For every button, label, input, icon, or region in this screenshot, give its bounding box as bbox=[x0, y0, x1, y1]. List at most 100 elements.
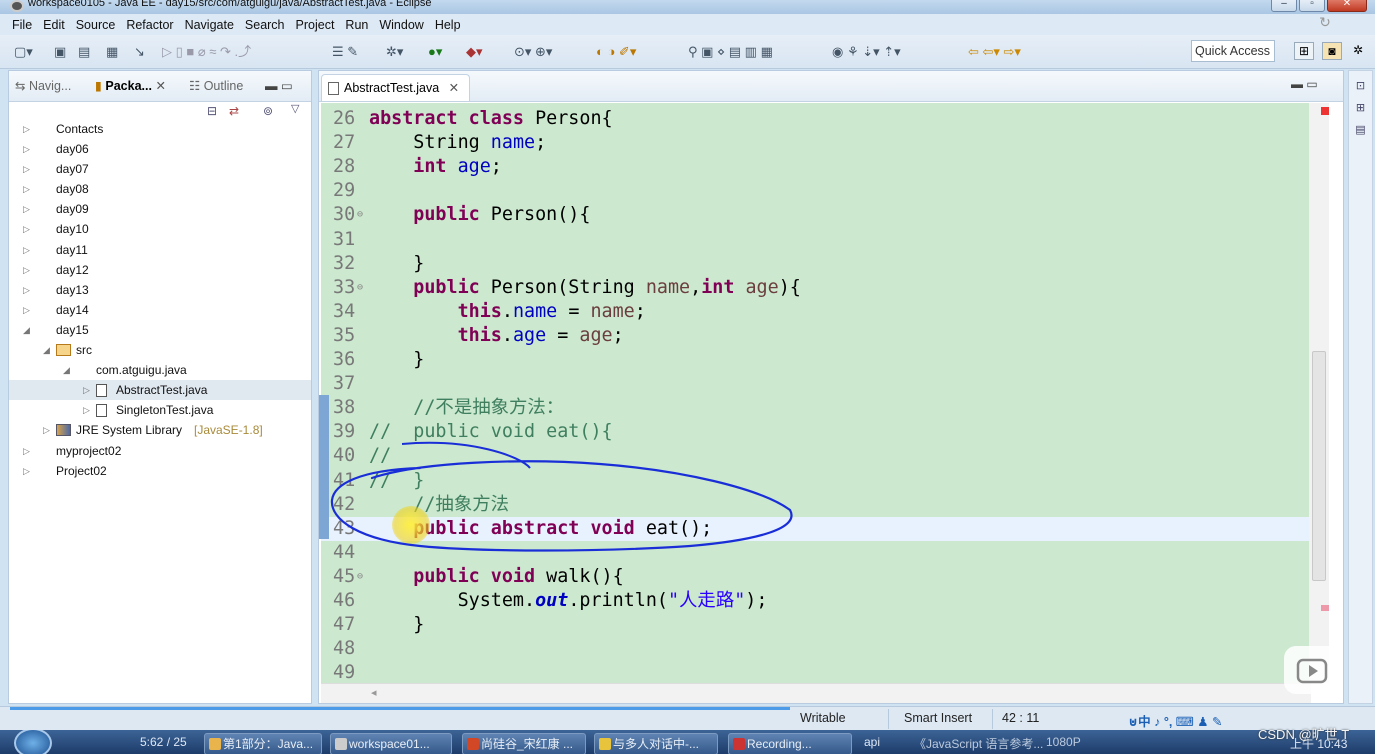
tab-abstracttest-java[interactable]: AbstractTest.java ✕ bbox=[321, 74, 471, 101]
fold-icon[interactable]: ⊖ bbox=[357, 565, 363, 589]
code-line[interactable]: 30 ⊖ public Person(){ bbox=[321, 203, 1311, 227]
maximize-button[interactable]: ▫ bbox=[1299, 0, 1325, 12]
menu-source[interactable]: Source bbox=[76, 18, 116, 32]
save-all-icon[interactable]: ▤ bbox=[78, 44, 90, 60]
code-line[interactable]: 27 String name; bbox=[321, 131, 1311, 155]
taskbar-item-javascript-reference[interactable]: 《JavaScript 语言参考... bbox=[914, 735, 1043, 752]
tree-item[interactable]: ▷ JRE System Library [JavaSE-1.8] bbox=[9, 420, 311, 440]
code-line[interactable]: 26 abstract class Person{ bbox=[321, 107, 1311, 131]
taskbar-item-java-course[interactable]: 第1部分：Java... bbox=[204, 733, 322, 754]
collapsed-arrow-icon[interactable]: ▷ bbox=[43, 420, 50, 440]
code-line[interactable]: 32 } bbox=[321, 252, 1311, 276]
collapsed-arrow-icon[interactable]: ▷ bbox=[23, 240, 30, 260]
task-icon[interactable]: ☰ ✎ bbox=[332, 44, 358, 60]
code-line[interactable]: 34 this.name = name; bbox=[321, 300, 1311, 324]
close-tab-icon[interactable]: ✕ bbox=[155, 79, 165, 93]
menu-help[interactable]: Help bbox=[435, 18, 461, 32]
taskbar-item-recording[interactable]: Recording... bbox=[728, 733, 852, 754]
link-editor-icon[interactable]: ⇄ bbox=[229, 104, 239, 118]
taskbar-item-chat[interactable]: 与多人对话中-... bbox=[594, 733, 718, 754]
expanded-arrow-icon[interactable]: ◢ bbox=[43, 340, 50, 360]
menu-search[interactable]: Search bbox=[245, 18, 285, 32]
collapsed-arrow-icon[interactable]: ▷ bbox=[23, 159, 30, 179]
taskbar-item-eclipse[interactable]: workspace01... bbox=[330, 733, 452, 754]
code-line[interactable]: 42 //抽象方法 bbox=[321, 493, 1311, 517]
code-line[interactable]: 41// } bbox=[321, 469, 1311, 493]
code-line[interactable]: 39// public void eat(){ bbox=[321, 420, 1311, 444]
java-ee-perspective-icon[interactable]: ◙ bbox=[1322, 42, 1342, 60]
video-play-button[interactable] bbox=[1284, 646, 1340, 694]
menu-navigate[interactable]: Navigate bbox=[185, 18, 234, 32]
collapsed-arrow-icon[interactable]: ▷ bbox=[83, 400, 90, 420]
tab-navigator[interactable]: ⇆ Navig... bbox=[15, 78, 71, 93]
console-icon[interactable]: ▦ bbox=[106, 44, 118, 60]
start-button[interactable] bbox=[14, 730, 52, 754]
code-line[interactable]: 46 System.out.println("人走路"); bbox=[321, 589, 1311, 613]
back-icon[interactable]: ⇦ ⇦▾ ⇨▾ bbox=[968, 44, 1021, 60]
fold-icon[interactable]: ⊖ bbox=[357, 276, 363, 300]
tree-item[interactable]: ◢ day15 bbox=[9, 320, 311, 340]
web-icon[interactable]: ◉ ⚘ ⇣▾ ⇡▾ bbox=[832, 44, 901, 60]
restore-icon[interactable]: ⊡ bbox=[1353, 79, 1368, 93]
coverage-icon[interactable]: ◆▾ bbox=[466, 44, 483, 60]
open-perspective-icon[interactable]: ⊞ bbox=[1294, 42, 1314, 60]
scroll-left-icon[interactable]: ◂ bbox=[371, 686, 377, 699]
tree-item[interactable]: ▷ Contacts bbox=[9, 119, 311, 139]
collapsed-arrow-icon[interactable]: ▷ bbox=[23, 139, 30, 159]
collapsed-arrow-icon[interactable]: ▷ bbox=[23, 280, 30, 300]
maximize-editor-icon[interactable]: ▬ ▭ bbox=[1291, 77, 1318, 91]
expanded-arrow-icon[interactable]: ◢ bbox=[23, 320, 30, 340]
fold-icon[interactable]: ⊖ bbox=[357, 203, 363, 227]
code-line[interactable]: 47 } bbox=[321, 613, 1311, 637]
expanded-arrow-icon[interactable]: ◢ bbox=[63, 360, 70, 380]
ime-toolbar-icon[interactable]: ⊍中 ♪ °, ⌨ ♟ ✎ bbox=[1128, 711, 1222, 730]
error-marker-icon[interactable] bbox=[1321, 107, 1329, 115]
tree-item[interactable]: ▷ day14 bbox=[9, 300, 311, 320]
tree-item[interactable]: ▷ day08 bbox=[9, 179, 311, 199]
tree-item[interactable]: ▷ SingletonTest.java bbox=[9, 400, 311, 420]
view-menu-icon[interactable]: ▽ bbox=[291, 102, 299, 115]
run-icon[interactable]: ●▾ bbox=[428, 44, 442, 60]
tree-item[interactable]: ▷ myproject02 bbox=[9, 441, 311, 461]
video-quality-label[interactable]: 1080P bbox=[1046, 735, 1081, 749]
tree-item[interactable]: ▷ day06 bbox=[9, 139, 311, 159]
tree-item[interactable]: ◢ com.atguigu.java bbox=[9, 360, 311, 380]
tree-item[interactable]: ▷ AbstractTest.java bbox=[9, 380, 311, 401]
taskbar-item-powerpoint[interactable]: 尚硅谷_宋红康 ... bbox=[462, 733, 586, 754]
minimize-view-icon[interactable]: ▬ ▭ bbox=[265, 78, 293, 93]
focus-icon[interactable]: ⊚ bbox=[263, 104, 273, 118]
search-icon[interactable]: ⚲ ▣ ⋄ ▤ ▥ ▦ bbox=[688, 44, 773, 60]
minimize-button[interactable]: – bbox=[1271, 0, 1297, 12]
scrollbar-thumb[interactable] bbox=[1312, 351, 1326, 581]
debug-icon[interactable]: ✲▾ bbox=[386, 44, 403, 60]
collapsed-arrow-icon[interactable]: ▷ bbox=[23, 300, 30, 320]
tab-outline[interactable]: ☷ Outline bbox=[189, 78, 243, 93]
code-line[interactable]: 28 int age; bbox=[321, 155, 1311, 179]
quick-access-input[interactable]: Quick Access bbox=[1191, 40, 1275, 62]
save-icon[interactable]: ▣ bbox=[54, 44, 66, 60]
resume-icon[interactable]: ▷ ▯ ■ ⌀ ≈ ↷ .⤴ bbox=[162, 44, 251, 60]
menu-edit[interactable]: Edit bbox=[43, 18, 65, 32]
outline-icon[interactable]: ▤ bbox=[1353, 123, 1368, 137]
close-tab-icon[interactable]: ✕ bbox=[449, 81, 459, 95]
code-line[interactable]: 49 bbox=[321, 661, 1311, 683]
collapsed-arrow-icon[interactable]: ▷ bbox=[23, 219, 30, 239]
close-button[interactable]: ✕ bbox=[1327, 0, 1367, 12]
code-line[interactable]: 40// bbox=[321, 444, 1311, 468]
tree-item[interactable]: ▷ day09 bbox=[9, 199, 311, 219]
menu-project[interactable]: Project bbox=[296, 18, 335, 32]
menu-file[interactable]: File bbox=[12, 18, 32, 32]
tab-package-explorer[interactable]: ▮ Packa... ✕ bbox=[95, 78, 166, 93]
debug-perspective-icon[interactable]: ✲ bbox=[1348, 42, 1368, 60]
collapsed-arrow-icon[interactable]: ▷ bbox=[23, 260, 30, 280]
collapsed-arrow-icon[interactable]: ▷ bbox=[23, 179, 30, 199]
code-line[interactable]: 31 bbox=[321, 228, 1311, 252]
menu-run[interactable]: Run bbox=[345, 18, 368, 32]
code-line[interactable]: 36 } bbox=[321, 348, 1311, 372]
tree-item[interactable]: ▷ day12 bbox=[9, 260, 311, 280]
collapsed-arrow-icon[interactable]: ▷ bbox=[23, 441, 30, 461]
code-line[interactable]: 43 public abstract void eat(); bbox=[321, 516, 1311, 541]
code-line[interactable]: 33 ⊖ public Person(String name,int age){ bbox=[321, 276, 1311, 300]
menu-refactor[interactable]: Refactor bbox=[126, 18, 173, 32]
code-line[interactable]: 45 ⊖ public void walk(){ bbox=[321, 565, 1311, 589]
